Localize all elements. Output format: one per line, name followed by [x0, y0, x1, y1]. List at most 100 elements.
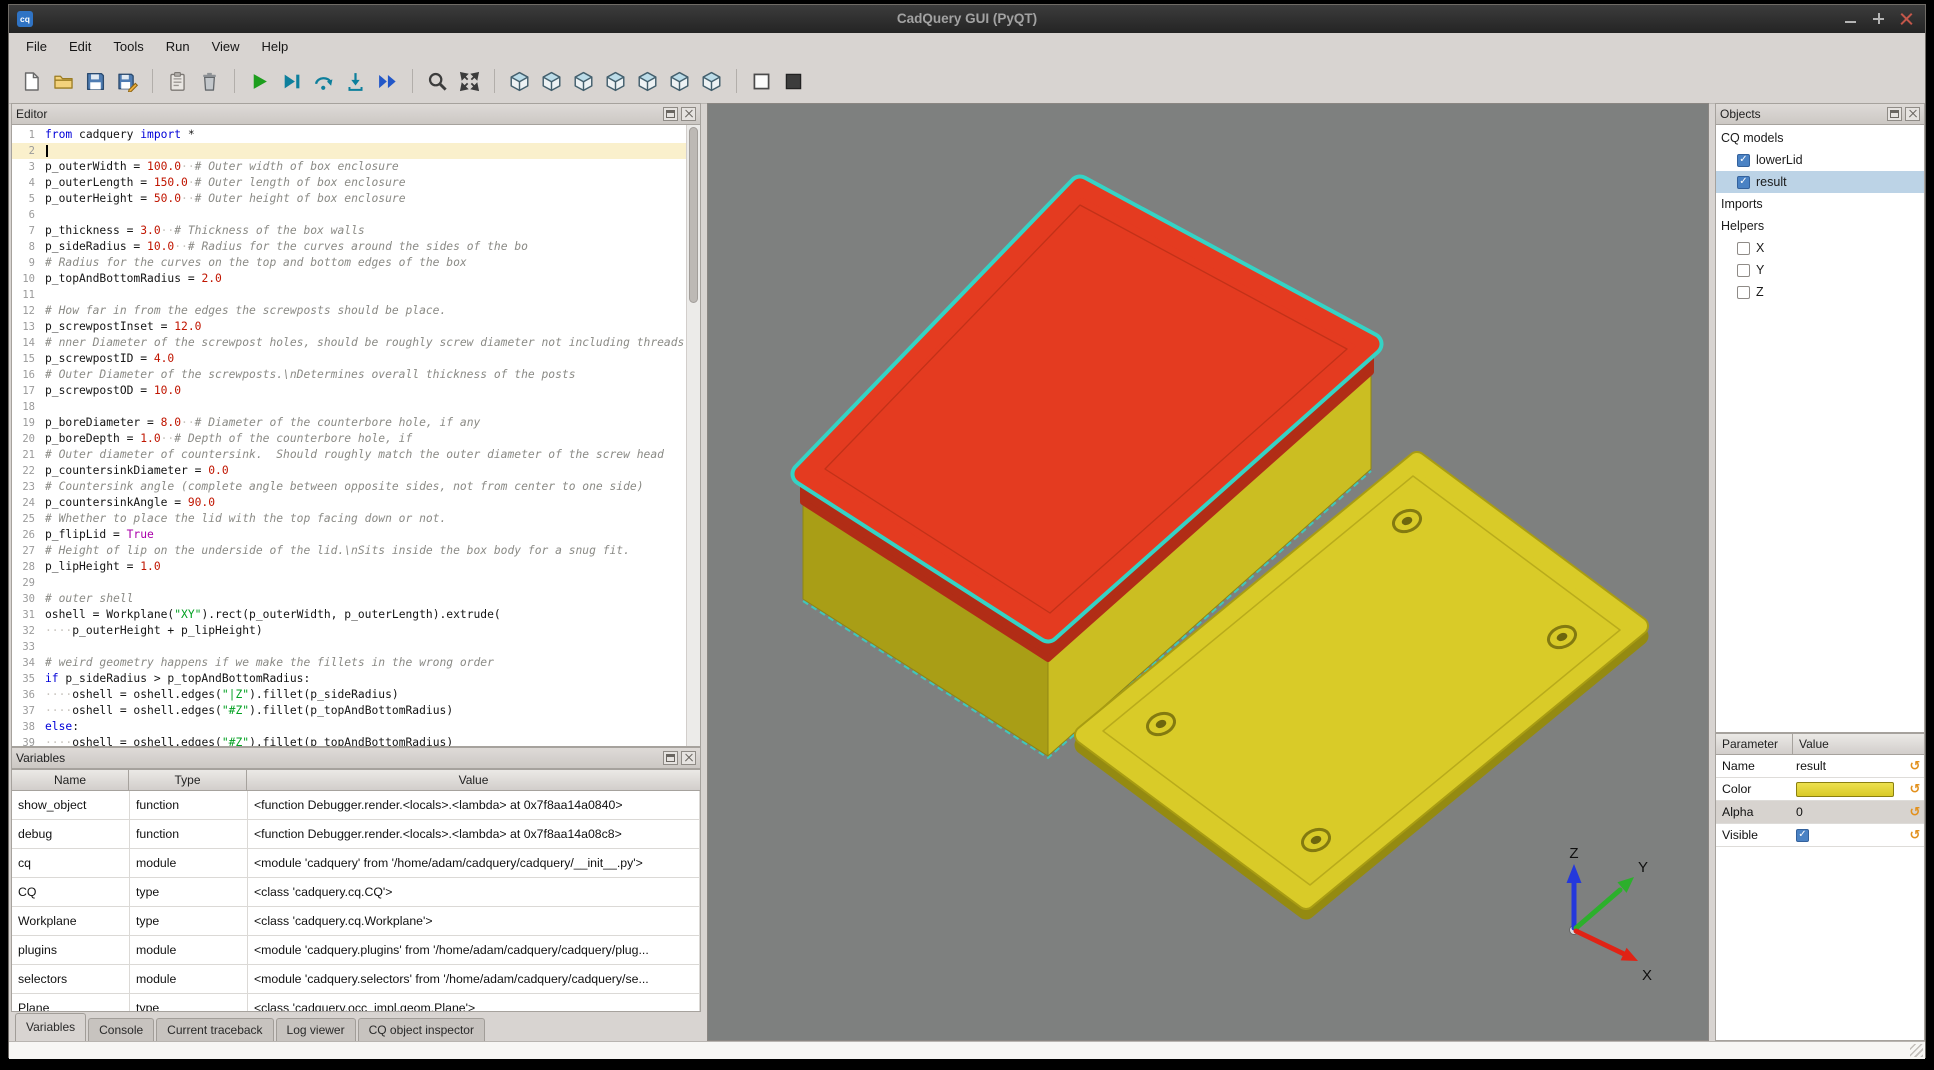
variable-row[interactable]: cqmodule<module 'cadquery' from '/home/a… — [12, 849, 700, 878]
zoom-to-fit-button[interactable] — [423, 66, 452, 97]
column-header-name[interactable]: Name — [11, 769, 129, 791]
menu-help[interactable]: Help — [251, 36, 300, 57]
line-number: 5 — [12, 191, 40, 207]
column-header-value[interactable]: Value — [247, 769, 701, 791]
tree-item-x[interactable]: X — [1716, 237, 1924, 259]
toolbar — [9, 59, 1925, 104]
column-header-type[interactable]: Type — [129, 769, 247, 791]
variable-row[interactable]: show_objectfunction<function Debugger.re… — [12, 791, 700, 820]
step-over-button[interactable] — [309, 66, 338, 97]
left-view-button[interactable] — [601, 66, 630, 97]
code-editor[interactable]: 1234567891011121314151617181920212223242… — [11, 125, 701, 747]
checkbox[interactable] — [1796, 829, 1809, 842]
variable-row[interactable]: debugfunction<function Debugger.render.<… — [12, 820, 700, 849]
parameter-table: Nameresult↺Color↺Alpha0↺Visible↺ — [1715, 755, 1925, 1041]
variable-row[interactable]: pluginsmodule<module 'cadquery.plugins' … — [12, 936, 700, 965]
menu-run[interactable]: Run — [155, 36, 201, 57]
line-number: 24 — [12, 495, 40, 511]
tree-item-cq-models[interactable]: CQ models — [1716, 127, 1924, 149]
tab-variables[interactable]: Variables — [15, 1013, 86, 1041]
save-button[interactable] — [81, 66, 110, 97]
checkbox[interactable] — [1737, 242, 1750, 255]
line-number: 35 — [12, 671, 40, 687]
tree-item-result[interactable]: result — [1716, 171, 1924, 193]
top-view-button[interactable] — [665, 66, 694, 97]
checkbox[interactable] — [1737, 264, 1750, 277]
undo-button[interactable]: ↺ — [1906, 828, 1924, 843]
undock-icon[interactable] — [663, 107, 678, 121]
step-into-button[interactable] — [341, 66, 370, 97]
tab-cq-object-inspector[interactable]: CQ object inspector — [358, 1018, 485, 1041]
panel-close-icon[interactable] — [681, 107, 696, 121]
param-value[interactable]: 0 — [1794, 805, 1906, 819]
param-row-name: Nameresult↺ — [1716, 755, 1924, 778]
param-value[interactable] — [1794, 782, 1906, 797]
save-as-button[interactable] — [113, 66, 142, 97]
bottom-view-button[interactable] — [697, 66, 726, 97]
code-line: # Height of lip on the underside of the … — [45, 543, 686, 559]
tree-item-y[interactable]: Y — [1716, 259, 1924, 281]
panel-close-icon[interactable] — [1905, 107, 1920, 121]
panel-close-icon[interactable] — [681, 751, 696, 765]
continue-button[interactable] — [373, 66, 402, 97]
delete-icon — [199, 71, 220, 92]
variable-row[interactable]: Workplanetype<class 'cadquery.cq.Workpla… — [12, 907, 700, 936]
menu-view[interactable]: View — [201, 36, 251, 57]
variable-row[interactable]: selectorsmodule<module 'cadquery.selecto… — [12, 965, 700, 994]
undo-button[interactable]: ↺ — [1906, 782, 1924, 797]
checkbox[interactable] — [1737, 154, 1750, 167]
clipboard-button[interactable] — [163, 66, 192, 97]
undock-icon[interactable] — [1887, 107, 1902, 121]
tab-log-viewer[interactable]: Log viewer — [276, 1018, 356, 1041]
maximize-icon[interactable] — [1872, 12, 1885, 25]
menu-file[interactable]: File — [15, 36, 58, 57]
code-line: # weird geometry happens if we make the … — [45, 655, 686, 671]
variable-value: <module 'cadquery' from '/home/adam/cadq… — [248, 849, 700, 877]
tree-item-helpers[interactable]: Helpers — [1716, 215, 1924, 237]
front-view-button[interactable] — [537, 66, 566, 97]
menu-edit[interactable]: Edit — [58, 36, 102, 57]
checkbox[interactable] — [1737, 176, 1750, 189]
tab-current-traceback[interactable]: Current traceback — [156, 1018, 273, 1041]
checkbox[interactable] — [1737, 286, 1750, 299]
code-line: from cadquery import * — [45, 127, 686, 143]
title-bar: cq CadQuery GUI (PyQT) — [9, 5, 1925, 34]
3d-viewport[interactable]: Z Y X — [707, 103, 1709, 1041]
param-value[interactable] — [1794, 829, 1906, 842]
line-number: 22 — [12, 463, 40, 479]
debug-button[interactable] — [277, 66, 306, 97]
tree-item-imports[interactable]: Imports — [1716, 193, 1924, 215]
iso-view-button[interactable] — [505, 66, 534, 97]
new-file-button[interactable] — [17, 66, 46, 97]
delete-button[interactable] — [195, 66, 224, 97]
undo-button[interactable]: ↺ — [1906, 759, 1924, 774]
variable-value: <module 'cadquery.selectors' from '/home… — [248, 965, 700, 993]
undock-icon[interactable] — [663, 751, 678, 765]
shaded-mode-button[interactable] — [779, 66, 808, 97]
wireframe-mode-button[interactable] — [747, 66, 776, 97]
open-file-button[interactable] — [49, 66, 78, 97]
variable-name: CQ — [12, 878, 130, 906]
param-value[interactable]: result — [1794, 759, 1906, 773]
fit-all-button[interactable] — [455, 66, 484, 97]
scrollbar-thumb[interactable] — [689, 127, 698, 303]
variable-row[interactable]: CQtype<class 'cadquery.cq.CQ'> — [12, 878, 700, 907]
color-swatch[interactable] — [1796, 782, 1894, 797]
resize-grip-icon[interactable] — [1910, 1044, 1923, 1057]
minimize-icon[interactable] — [1844, 12, 1857, 25]
right-view-button[interactable] — [633, 66, 662, 97]
tree-item-z[interactable]: Z — [1716, 281, 1924, 303]
undo-button[interactable]: ↺ — [1906, 805, 1924, 820]
objects-panel: Objects CQ modelslowerLidresultImportsHe… — [1715, 103, 1925, 733]
close-icon[interactable] — [1900, 12, 1913, 25]
variable-name: plugins — [12, 936, 130, 964]
tab-console[interactable]: Console — [88, 1018, 154, 1041]
editor-scrollbar[interactable] — [686, 125, 700, 746]
variable-type: function — [130, 791, 248, 819]
back-view-button[interactable] — [569, 66, 598, 97]
tree-item-lowerlid[interactable]: lowerLid — [1716, 149, 1924, 171]
variable-row[interactable]: Planetype<class 'cadquery.occ_impl.geom.… — [12, 994, 700, 1012]
menu-tools[interactable]: Tools — [102, 36, 154, 57]
code-line: # Outer diameter of countersink. Should … — [45, 447, 686, 463]
run-script-button[interactable] — [245, 66, 274, 97]
